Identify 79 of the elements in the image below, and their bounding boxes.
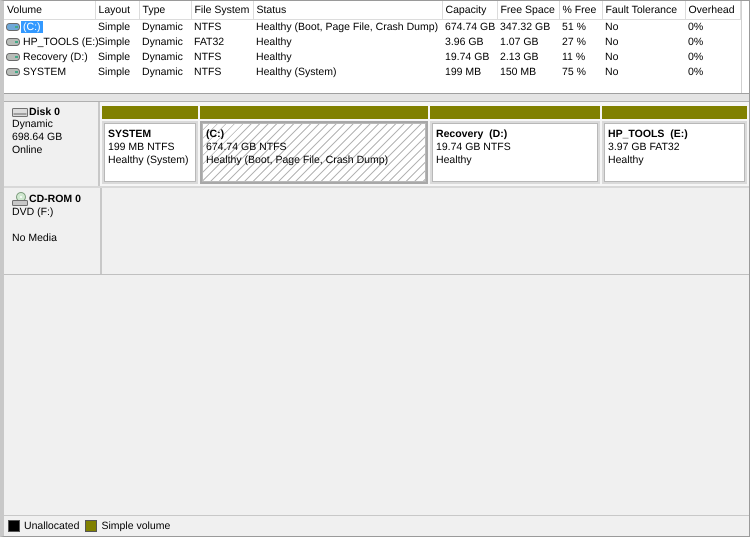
table-cell: Healthy (256, 36, 292, 48)
column-header[interactable]: File System (191, 1, 253, 19)
partition-box[interactable]: Recovery (D:) 19.74 GB NTFS Healthy (430, 121, 600, 184)
column-header[interactable]: Type (139, 1, 191, 19)
disk-name: Disk 0 (29, 106, 60, 118)
table-cell: Healthy (256, 51, 292, 63)
column-header[interactable]: Free Space (497, 1, 559, 19)
cd-drive-icon (12, 192, 28, 206)
table-cell: Simple (98, 36, 130, 48)
table-cell: Simple (98, 66, 130, 78)
column-header[interactable]: Overhead (685, 1, 740, 19)
column-header[interactable]: Layout (95, 1, 139, 19)
partition-size: 3.97 GB FAT32 (608, 141, 681, 154)
partition-name: (C:) (206, 128, 226, 141)
disk-type: Dynamic (12, 118, 54, 131)
disk-name: CD-ROM 0 (29, 193, 81, 205)
partition-size: 19.74 GB NTFS (436, 141, 512, 154)
partition-size: 199 MB NTFS (108, 141, 176, 154)
table-cell: Simple (98, 21, 130, 33)
table-cell: No (605, 21, 618, 33)
disk-size: 698.64 GB (12, 131, 64, 144)
column-header[interactable]: Volume (4, 1, 95, 19)
partition-status: Healthy (436, 154, 473, 167)
table-cell: 199 MB (445, 66, 482, 78)
table-cell: NTFS (194, 66, 222, 78)
partition-size: 674.74 GB NTFS (206, 141, 288, 154)
disk-type: DVD (F:) (12, 206, 54, 219)
table-cell: 51 % (562, 21, 586, 33)
partition-status: Healthy (System) (108, 154, 190, 167)
table-cell: 0% (688, 66, 704, 78)
table-cell: 19.74 GB (445, 51, 490, 63)
table-cell: No (605, 36, 618, 48)
table-cell: 3.96 GB (445, 36, 484, 48)
table-cell: FAT32 (194, 36, 224, 48)
partition-name: SYSTEM (108, 128, 152, 141)
table-cell: NTFS (194, 21, 222, 33)
table-cell: Simple (98, 51, 130, 63)
table-cell: 0% (688, 36, 704, 48)
table-cell: No (605, 66, 618, 78)
column-header[interactable]: Fault Tolerance (602, 1, 685, 19)
partition-name: HP_TOOLS (E:) (608, 128, 689, 141)
legend-label: Unallocated (24, 520, 80, 532)
table-cell: Dynamic (142, 66, 183, 78)
table-cell: 150 MB (500, 66, 536, 78)
disk-status: Online (12, 144, 44, 157)
column-header[interactable]: Status (253, 1, 442, 19)
partition-box[interactable]: (C:) 674.74 GB NTFS Healthy (Boot, Page File, Crash Dump) (200, 121, 428, 184)
table-cell: NTFS (194, 51, 222, 63)
partition-box[interactable]: HP_TOOLS (E:) 3.97 GB FAT32 Healthy (602, 121, 747, 184)
table-cell: No (605, 51, 618, 63)
table-cell: Dynamic (142, 51, 183, 63)
table-cell: 2.13 GB (500, 51, 539, 63)
legend-label: Simple volume (101, 520, 170, 532)
drive-label[interactable]: SYSTEM (21, 66, 68, 78)
table-cell: Healthy (Boot, Page File, Crash Dump) (256, 21, 438, 33)
table-cell: 75 % (562, 66, 586, 78)
drive-icon (6, 23, 20, 31)
table-cell: Dynamic (142, 21, 183, 33)
table-cell: Dynamic (142, 36, 183, 48)
drive-icon (6, 68, 20, 76)
partition-name: Recovery (D:) (436, 128, 508, 141)
drive-label[interactable]: Recovery (D:) (21, 51, 90, 63)
drive-icon (6, 53, 20, 61)
table-cell: 1.07 GB (500, 36, 539, 48)
column-header[interactable]: % Free (559, 1, 602, 19)
table-cell: 674.74 GB (445, 21, 496, 33)
partition-box[interactable]: SYSTEM 199 MB NTFS Healthy (System) (102, 121, 198, 184)
partition-status: Healthy (Boot, Page File, Crash Dump) (206, 154, 390, 167)
column-header[interactable]: Capacity (442, 1, 497, 19)
disk-status: No Media (12, 232, 58, 245)
partition-status: Healthy (608, 154, 645, 167)
table-cell: 0% (688, 21, 704, 33)
table-cell: 27 % (562, 36, 586, 48)
table-cell: 11 % (562, 51, 586, 63)
table-cell: 0% (688, 51, 704, 63)
table-cell: 347.32 GB (500, 21, 550, 33)
splitter-bar[interactable] (4, 94, 749, 102)
drive-icon (6, 38, 20, 46)
table-cell: Healthy (System) (256, 66, 337, 78)
